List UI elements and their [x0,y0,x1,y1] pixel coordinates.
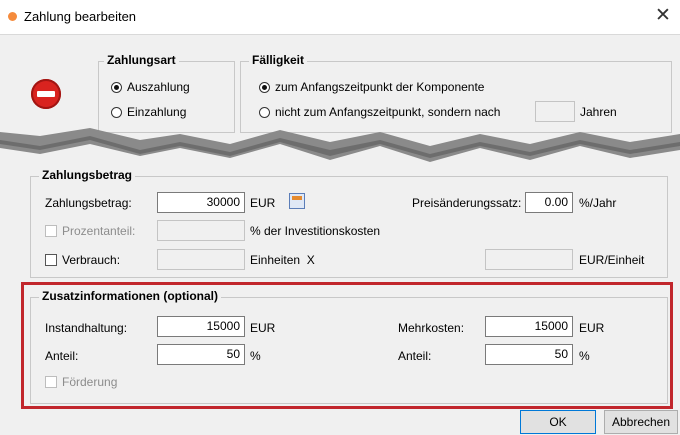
radio-auszahlung-label: Auszahlung [127,80,190,94]
foerderung-checkbox[interactable] [45,376,57,388]
anteil-right-unit: % [579,349,590,363]
zusatz-group-label: Zusatzinformationen (optional) [39,289,221,303]
radio-anfangszeitpunkt-indicator[interactable] [259,82,270,93]
title-bar: Zahlung bearbeiten ✕ [0,0,680,35]
faelligkeit-label: Fälligkeit [249,53,308,67]
window-title: Zahlung bearbeiten [24,9,137,24]
mehrkosten-input[interactable]: 15000 [485,316,573,337]
anteil-right-label: Anteil: [398,349,432,363]
radio-auszahlung[interactable]: Auszahlung [111,79,221,97]
amount-label: Zahlungsbetrag: [45,196,132,210]
prozentanteil-input[interactable] [157,220,245,241]
mehrkosten-label: Mehrkosten: [398,321,465,335]
torn-divider [0,128,680,162]
radio-auszahlung-indicator[interactable] [111,82,122,93]
prozentanteil-label: Prozentanteil: [62,224,136,238]
ok-button[interactable]: OK [520,410,596,434]
radio-nach-jahren[interactable]: nicht zum Anfangszeitpunkt, sondern nach [259,104,529,122]
cancel-button[interactable]: Abbrechen [604,410,678,434]
betrag-group-label: Zahlungsbetrag [39,168,136,182]
rate-unit: %/Jahr [579,196,617,210]
radio-einzahlung-indicator[interactable] [111,107,122,118]
amount-input[interactable]: 30000 [157,192,245,213]
foerderung-label: Förderung [62,375,118,389]
radio-einzahlung[interactable]: Einzahlung [111,104,221,122]
anteil-right-input[interactable]: 50 [485,344,573,365]
app-dot-icon [8,12,17,21]
verbrauch-checkbox[interactable] [45,254,57,266]
radio-nach-jahren-indicator[interactable] [259,107,270,118]
per-unit-label: EUR/Einheit [579,253,645,267]
radio-einzahlung-label: Einzahlung [127,105,187,119]
instandhaltung-input[interactable]: 15000 [157,316,245,337]
zahlungsart-label: Zahlungsart [104,53,179,67]
prozentanteil-suffix: % der Investitionskosten [250,224,381,238]
jahre-input[interactable] [535,101,575,122]
anteil-left-unit: % [250,349,261,363]
prozentanteil-checkbox[interactable] [45,225,57,237]
stop-icon [31,79,61,109]
einheiten-label: Einheiten X [250,253,315,267]
per-unit-input[interactable] [485,249,573,270]
calculator-icon[interactable] [289,193,305,209]
radio-nach-jahren-label: nicht zum Anfangszeitpunkt, sondern nach [275,105,501,119]
verbrauch-label: Verbrauch: [62,253,121,267]
anteil-left-input[interactable]: 50 [157,344,245,365]
anteil-left-label: Anteil: [45,349,79,363]
verbrauch-input[interactable] [157,249,245,270]
jahre-unit-label: Jahren [580,105,617,119]
instandhaltung-label: Instandhaltung: [45,321,128,335]
mehrkosten-unit: EUR [579,321,605,335]
rate-label: Preisänderungssatz: [412,196,522,210]
instandhaltung-unit: EUR [250,321,276,335]
radio-anfangszeitpunkt-label: zum Anfangszeitpunkt der Komponente [275,80,485,94]
close-button[interactable]: ✕ [652,5,674,27]
amount-currency: EUR [250,196,276,210]
rate-input[interactable]: 0.00 [525,192,573,213]
radio-anfangszeitpunkt[interactable]: zum Anfangszeitpunkt der Komponente [259,79,519,97]
